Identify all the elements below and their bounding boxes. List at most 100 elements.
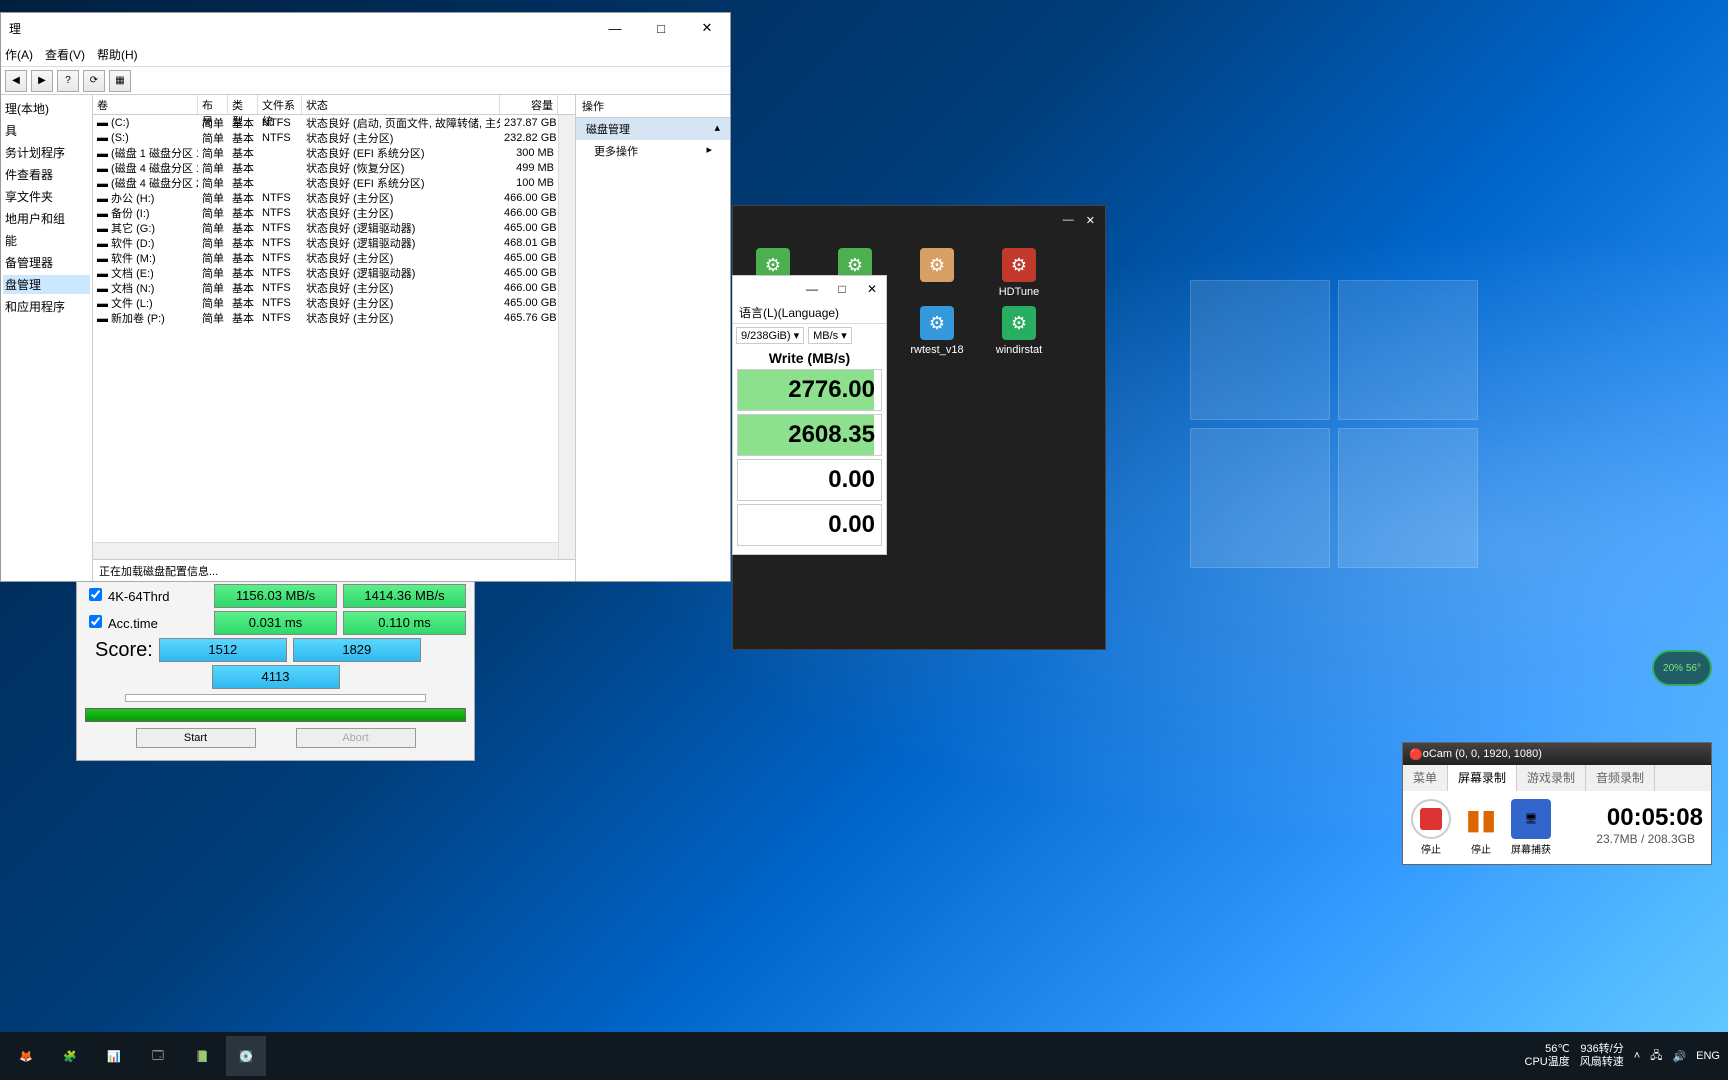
tray-chevron-icon[interactable]: ˄ bbox=[1634, 1050, 1640, 1062]
ocam-time: 00:05:08 bbox=[1588, 804, 1703, 832]
nav-item[interactable]: 备管理器 bbox=[3, 253, 90, 272]
ocam-tab[interactable]: 屏幕录制 bbox=[1448, 765, 1517, 791]
tray-lang[interactable]: ENG bbox=[1696, 1050, 1720, 1062]
volume-row[interactable]: ▬ 软件 (M:)简单基本NTFS状态良好 (主分区)465.00 GB bbox=[93, 250, 575, 265]
volume-row[interactable]: ▬ 文件 (L:)简单基本NTFS状态良好 (主分区)465.00 GB bbox=[93, 295, 575, 310]
col-cap[interactable]: 容量 bbox=[500, 95, 558, 114]
bench-4k64-label[interactable]: 4K-64Thrd bbox=[85, 588, 208, 604]
bench-acc-label[interactable]: Acc.time bbox=[85, 615, 208, 631]
tool-shortcut[interactable]: ⚙ bbox=[907, 248, 967, 298]
forward-icon[interactable]: ▶ bbox=[31, 70, 53, 92]
volume-row[interactable]: ▬ 文档 (N:)简单基本NTFS状态良好 (主分区)466.00 GB bbox=[93, 280, 575, 295]
tool-shortcut[interactable]: ⚙rwtest_v18 bbox=[907, 306, 967, 376]
col-volume[interactable]: 卷 bbox=[93, 95, 198, 114]
disk-management-window: 理 — □ ✕ 作(A) 查看(V) 帮助(H) ◀ ▶ ? ⟳ ▦ 理(本地) 具务… bbox=[0, 12, 731, 582]
col-type[interactable]: 类型 bbox=[228, 95, 258, 114]
ocam-size: 23.7MB / 208.3GB bbox=[1588, 832, 1703, 852]
nav-item[interactable]: 和应用程序 bbox=[3, 297, 90, 316]
actions-more[interactable]: 更多操作▸ bbox=[576, 140, 730, 162]
as-ssd-benchmark: 4K-64Thrd 1156.03 MB/s 1414.36 MB/s Acc.… bbox=[76, 581, 475, 761]
volume-row[interactable]: ▬ 备份 (I:)简单基本NTFS状态良好 (主分区)466.00 GB bbox=[93, 205, 575, 220]
nav-item[interactable]: 件查看器 bbox=[3, 165, 90, 184]
view-icon[interactable]: ▦ bbox=[109, 70, 131, 92]
maximize-button[interactable]: □ bbox=[638, 13, 684, 43]
app-icon-2[interactable]: 📊 bbox=[94, 1036, 134, 1076]
volume-row[interactable]: ▬ (磁盘 1 磁盘分区 1)简单基本状态良好 (EFI 系统分区)300 MB bbox=[93, 145, 575, 160]
ocam-window: 🔴 oCam (0, 0, 1920, 1080) 菜单屏幕录制游戏录制音频录制… bbox=[1402, 742, 1712, 865]
window-title: 理 bbox=[9, 20, 21, 37]
nav-item[interactable]: 具 bbox=[3, 121, 90, 140]
volume-row[interactable]: ▬ (磁盘 4 磁盘分区 1)简单基本状态良好 (恢复分区)499 MB bbox=[93, 160, 575, 175]
col-fs[interactable]: 文件系统 bbox=[258, 95, 302, 114]
tray-volume-icon[interactable]: 🔊 bbox=[1672, 1050, 1686, 1063]
menu-item[interactable]: 帮助(H) bbox=[97, 46, 138, 63]
app-icon[interactable]: 🧩 bbox=[50, 1036, 90, 1076]
nav-item[interactable]: 盘管理 bbox=[3, 275, 90, 294]
volume-row[interactable]: ▬ 新加卷 (P:)简单基本NTFS状态良好 (主分区)465.76 GB bbox=[93, 310, 575, 325]
minimize-button[interactable]: — bbox=[802, 282, 822, 296]
nav-item[interactable]: 能 bbox=[3, 231, 90, 250]
drive-select[interactable]: 9/238GiB) ▾ bbox=[736, 327, 804, 344]
language-menu[interactable]: 语言(L)(Language) bbox=[733, 302, 886, 324]
bench-4k64-read: 1156.03 MB/s bbox=[214, 584, 337, 608]
vertical-scrollbar[interactable] bbox=[558, 115, 575, 559]
help-icon[interactable]: ? bbox=[57, 70, 79, 92]
nav-item[interactable]: 地用户和组 bbox=[3, 209, 90, 228]
status-bar: 正在加载磁盘配置信息... bbox=[93, 559, 575, 581]
speed-value: 2776.00 bbox=[737, 369, 882, 411]
volume-row[interactable]: ▬ (S:)简单基本NTFS状态良好 (主分区)232.82 GB bbox=[93, 130, 575, 145]
volume-row[interactable]: ▬ 软件 (D:)简单基本NTFS状态良好 (逻辑驱动器)468.01 GB bbox=[93, 235, 575, 250]
actions-header: 操作 bbox=[576, 95, 730, 118]
bench-acc-read: 0.031 ms bbox=[214, 611, 337, 635]
score-label: Score: bbox=[85, 635, 153, 665]
ocam-tab[interactable]: 游戏录制 bbox=[1517, 765, 1586, 791]
ocam-title: 🔴 oCam (0, 0, 1920, 1080) bbox=[1403, 743, 1711, 765]
close-button[interactable]: ✕ bbox=[684, 13, 730, 43]
menu-item[interactable]: 查看(V) bbox=[45, 46, 85, 63]
maximize-button[interactable]: □ bbox=[832, 282, 852, 296]
cpu-gauge: 20% 56° bbox=[1652, 650, 1712, 686]
minimize-button[interactable]: — bbox=[592, 13, 638, 43]
horizontal-scrollbar[interactable] bbox=[93, 542, 558, 559]
explorer-icon[interactable]: 🗔 bbox=[138, 1036, 178, 1076]
col-state[interactable]: 状态 bbox=[302, 95, 500, 114]
cpu-temp: 56℃CPU温度 bbox=[1525, 1043, 1570, 1068]
nav-item[interactable]: 理(本地) bbox=[3, 99, 90, 118]
write-header: Write (MB/s) bbox=[733, 347, 886, 369]
app-icon-3[interactable]: 📗 bbox=[182, 1036, 222, 1076]
back-icon[interactable]: ◀ bbox=[5, 70, 27, 92]
nav-item[interactable]: 务计划程序 bbox=[3, 143, 90, 162]
volume-row[interactable]: ▬ 办公 (H:)简单基本NTFS状态良好 (主分区)466.00 GB bbox=[93, 190, 575, 205]
diskmgmt-taskbar[interactable]: 💽 bbox=[226, 1036, 266, 1076]
bench-acc-write: 0.110 ms bbox=[343, 611, 466, 635]
close-button[interactable]: ✕ bbox=[1086, 214, 1095, 227]
nav-item[interactable]: 享文件夹 bbox=[3, 187, 90, 206]
close-button[interactable]: ✕ bbox=[862, 282, 882, 296]
menu-item[interactable]: 作(A) bbox=[5, 46, 33, 63]
tray-network-icon[interactable]: 🖧 bbox=[1650, 1047, 1662, 1066]
volume-row[interactable]: ▬ 文档 (E:)简单基本NTFS状态良好 (逻辑驱动器)465.00 GB bbox=[93, 265, 575, 280]
tool-shortcut[interactable]: ⚙windirstat bbox=[989, 306, 1049, 376]
col-layout[interactable]: 布局 bbox=[198, 95, 228, 114]
ocam-capture[interactable]: 🖥屏幕捕获 bbox=[1511, 799, 1551, 856]
speed-value: 2608.35 bbox=[737, 414, 882, 456]
volume-row[interactable]: ▬ (C:)简单基本NTFS状态良好 (启动, 页面文件, 故障转储, 主分区)… bbox=[93, 115, 575, 130]
refresh-icon[interactable]: ⟳ bbox=[83, 70, 105, 92]
start-button[interactable]: Start bbox=[136, 728, 256, 748]
windows-logo-decoration bbox=[1190, 280, 1478, 568]
ocam-stop[interactable]: 停止 bbox=[1411, 799, 1451, 856]
ocam-pause[interactable]: ▮▮停止 bbox=[1461, 799, 1501, 856]
volume-row[interactable]: ▬ (磁盘 4 磁盘分区 2)简单基本状态良好 (EFI 系统分区)100 MB bbox=[93, 175, 575, 190]
actions-diskmgmt[interactable]: 磁盘管理▴ bbox=[576, 118, 730, 140]
score-write: 1829 bbox=[293, 638, 421, 662]
fan-rpm: 936转/分风扇转速 bbox=[1580, 1043, 1624, 1068]
unit-select[interactable]: MB/s ▾ bbox=[808, 327, 852, 344]
ocam-tab[interactable]: 菜单 bbox=[1403, 765, 1448, 791]
bench-progress bbox=[85, 708, 466, 722]
firefox-icon[interactable]: 🦊 bbox=[6, 1036, 46, 1076]
minimize-button[interactable]: — bbox=[1063, 214, 1074, 226]
diskmark-window: — □ ✕ 语言(L)(Language) 9/238GiB) ▾ MB/s ▾… bbox=[732, 275, 887, 555]
tool-shortcut[interactable]: ⚙HDTune bbox=[989, 248, 1049, 298]
volume-row[interactable]: ▬ 其它 (G:)简单基本NTFS状态良好 (逻辑驱动器)465.00 GB bbox=[93, 220, 575, 235]
ocam-tab[interactable]: 音频录制 bbox=[1586, 765, 1655, 791]
